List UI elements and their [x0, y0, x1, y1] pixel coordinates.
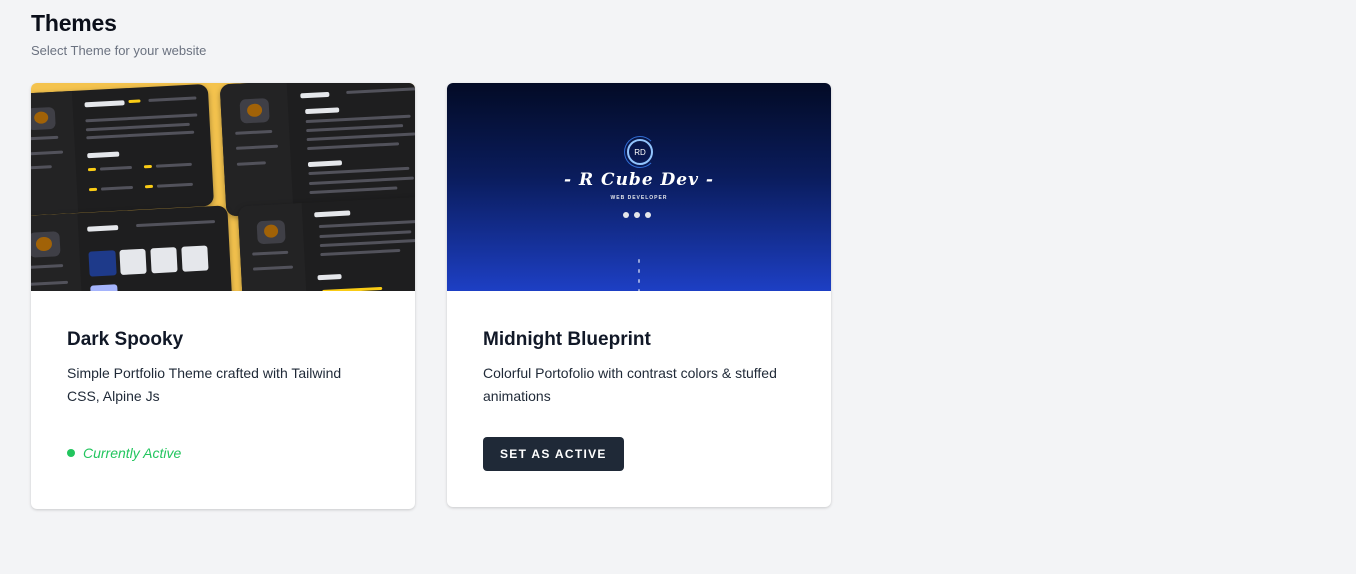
status-dot-icon — [67, 449, 75, 457]
page-subtitle: Select Theme for your website — [31, 43, 207, 58]
theme-card-midnight-blueprint: RD - R Cube Dev - WEB DEVELOPER Midnight… — [447, 83, 831, 507]
theme-description: Colorful Portofolio with contrast colors… — [483, 365, 777, 404]
preview-tagline: WEB DEVELOPER — [610, 195, 668, 201]
preview-screenshot — [237, 195, 415, 291]
active-status: Currently Active — [67, 445, 181, 461]
theme-card-body: Dark Spooky Simple Portfolio Theme craft… — [31, 291, 415, 408]
preview-screenshot — [219, 83, 415, 217]
theme-description: Simple Portfolio Theme crafted with Tail… — [67, 365, 342, 404]
page-header: Themes Select Theme for your website — [31, 10, 206, 58]
social-icons — [623, 212, 651, 218]
github-icon — [645, 212, 651, 218]
preview-screenshot — [31, 205, 235, 291]
theme-card-dark-spooky: Dark Spooky Simple Portfolio Theme craft… — [31, 83, 415, 509]
scroll-indicator-icon — [638, 259, 640, 291]
logo-icon: RD — [624, 136, 656, 168]
theme-preview-midnight-blueprint: RD - R Cube Dev - WEB DEVELOPER — [447, 83, 831, 291]
theme-name: Dark Spooky — [67, 329, 184, 350]
preview-brand: - R Cube Dev - — [564, 170, 714, 190]
status-text: Currently Active — [83, 445, 182, 461]
theme-card-body: Midnight Blueprint Colorful Portofolio w… — [447, 291, 831, 408]
preview-screenshot — [31, 83, 215, 217]
page-title: Themes — [31, 10, 117, 36]
theme-preview-dark-spooky — [31, 83, 415, 291]
set-as-active-button[interactable]: Set as active — [483, 437, 624, 471]
theme-name: Midnight Blueprint — [483, 329, 651, 350]
facebook-icon — [623, 212, 629, 218]
twitter-icon — [634, 212, 640, 218]
